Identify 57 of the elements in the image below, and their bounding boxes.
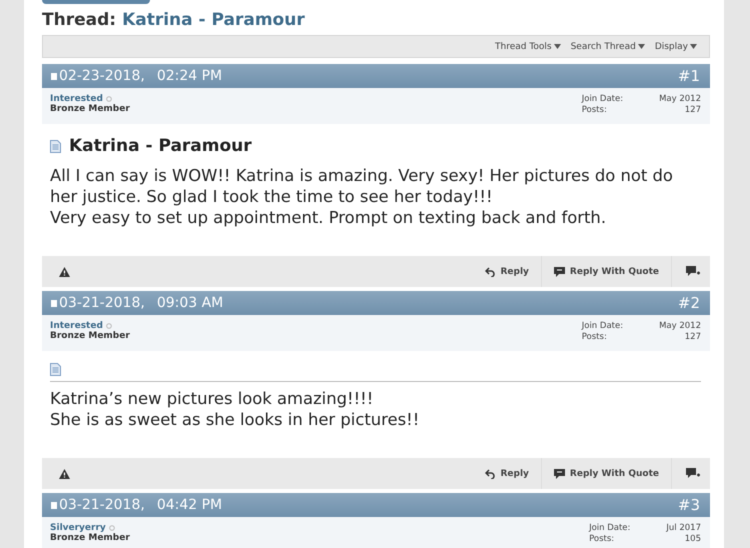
- post-text: All I can say is WOW!! Katrina is amazing. Very sexy! Her pictures do not do her justice. So glad I took the time to see her today!!!: [50, 165, 674, 207]
- post-text: Very easy to set up appointment. Prompt on texting back and forth.: [50, 207, 608, 228]
- post-text: Katrina’s new pictures look amazing!!!!: [50, 388, 374, 409]
- toolbar-menu[interactable]: Thread Tools: [495, 42, 561, 52]
- post-time: 09:03 AM: [156, 295, 224, 311]
- join-date-label: Join Date:: [589, 523, 630, 534]
- join-date: Jul 2017: [666, 523, 701, 534]
- offline-icon: [106, 323, 112, 329]
- user-rank: Bronze Member: [50, 104, 130, 114]
- post-text: She is as sweet as she looks in her pictures!!: [50, 409, 420, 430]
- user-rank: Bronze Member: [50, 331, 130, 341]
- speech-bubble-icon: [554, 468, 565, 478]
- join-date-label: Join Date:: [582, 321, 624, 332]
- post-status-icon: [51, 502, 57, 508]
- toolbar-menu[interactable]: Search Thread: [570, 42, 645, 52]
- post-count: 127: [684, 105, 701, 116]
- posts-label: Posts:: [582, 105, 608, 116]
- offline-icon: [108, 525, 115, 531]
- post-count: 127: [684, 332, 701, 343]
- caret-icon: [638, 44, 645, 49]
- join-date: May 2012: [659, 94, 701, 105]
- post-count: 105: [684, 534, 701, 545]
- posts-label: Posts:: [582, 332, 608, 343]
- post-date: 03-21-2018,: [59, 295, 145, 311]
- post-date: 03-21-2018,: [59, 497, 145, 513]
- reply-arrow-icon: [485, 266, 496, 276]
- toolbar-menu[interactable]: Display: [654, 42, 697, 52]
- join-date-label: Join Date:: [582, 94, 624, 105]
- warning-icon[interactable]: [59, 266, 70, 276]
- reply-arrow-icon: [485, 468, 496, 478]
- offline-icon: [106, 96, 112, 102]
- document-icon: [50, 363, 61, 376]
- caret-icon: [554, 44, 561, 49]
- multi-quote-icon[interactable]: [686, 468, 700, 479]
- join-date: May 2012: [659, 321, 701, 332]
- posts-label: Posts:: [589, 534, 616, 545]
- reply-button[interactable]: Reply: [473, 458, 542, 489]
- username[interactable]: Interested: [50, 321, 103, 331]
- post-time: 04:42 PM: [156, 497, 222, 513]
- username[interactable]: Interested: [50, 94, 103, 104]
- reply-button[interactable]: Reply: [473, 256, 542, 287]
- post-time: 02:24 PM: [156, 68, 222, 84]
- post-title: Katrina - Paramour: [69, 136, 252, 156]
- post-status-icon: [51, 72, 57, 80]
- caret-icon: [690, 44, 697, 49]
- reply-button[interactable]: Reply With Quote: [542, 458, 672, 489]
- post-status-icon: [51, 300, 57, 306]
- warning-icon[interactable]: [59, 468, 70, 478]
- speech-bubble-icon: [554, 266, 565, 276]
- user-rank: Bronze Member: [50, 533, 130, 543]
- thread-label: Thread:: [42, 10, 116, 30]
- thread-title[interactable]: Katrina - Paramour: [122, 10, 305, 30]
- reply-button[interactable]: Reply With Quote: [542, 256, 672, 287]
- post-date: 02-23-2018,: [59, 68, 145, 84]
- username[interactable]: Silveryerry: [50, 523, 106, 533]
- multi-quote-icon[interactable]: [686, 266, 700, 277]
- document-icon: [50, 140, 61, 152]
